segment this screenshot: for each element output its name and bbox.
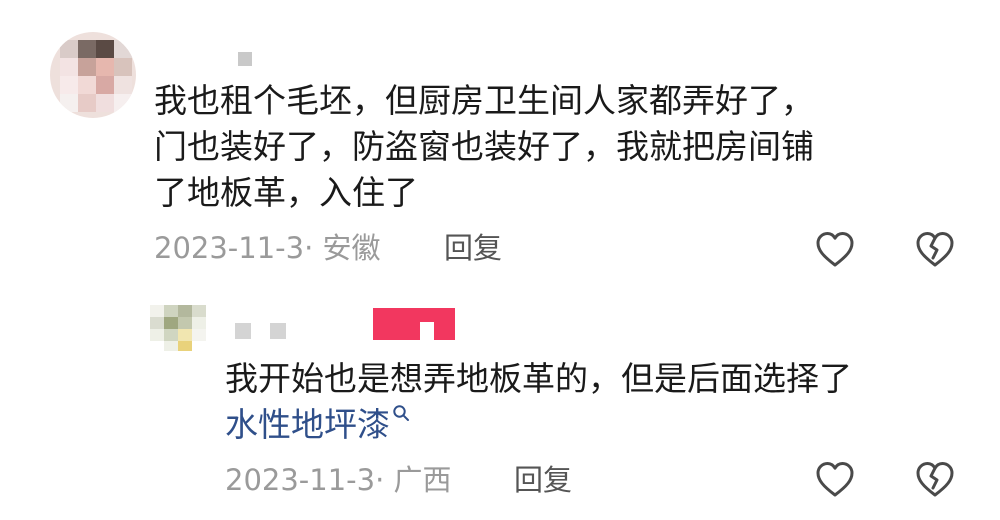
comment-text-line-2: 门也装好了，防盗窗也装好了，我就把房间铺 — [154, 127, 814, 166]
author-tag-notch — [420, 322, 434, 340]
commenter-avatar[interactable] — [50, 32, 136, 118]
reply-meta: 2023-11-3· 广西 — [225, 463, 452, 497]
broken-heart-icon[interactable] — [915, 230, 955, 270]
heart-outline-icon[interactable] — [815, 460, 855, 500]
reply-text-line-1: 我开始也是想弄地板革的，但是后面选择了 — [225, 359, 852, 398]
search-keyword-link[interactable]: 水性地坪漆 — [225, 402, 410, 448]
comment-text-line-1: 我也租个毛坯，但厨房卫生间人家都弄好了， — [154, 81, 814, 120]
comment-text-line-3: 了地板革，入住了 — [154, 173, 418, 212]
comment-meta: 2023-11-3· 安徽 — [154, 231, 381, 265]
replier-name-blurred[interactable] — [235, 323, 251, 339]
broken-heart-icon[interactable] — [915, 460, 955, 500]
comment-reply-button[interactable]: 回复 — [444, 228, 502, 268]
author-tag-badge — [373, 308, 455, 340]
search-keyword-text[interactable]: 水性地坪漆 — [225, 405, 390, 444]
commenter-name-blurred[interactable] — [238, 52, 252, 66]
heart-outline-icon[interactable] — [815, 230, 855, 270]
replier-avatar[interactable] — [150, 305, 206, 351]
search-icon — [393, 405, 409, 421]
reply-reply-button[interactable]: 回复 — [514, 460, 572, 500]
replier-name-blurred-2[interactable] — [270, 323, 286, 339]
